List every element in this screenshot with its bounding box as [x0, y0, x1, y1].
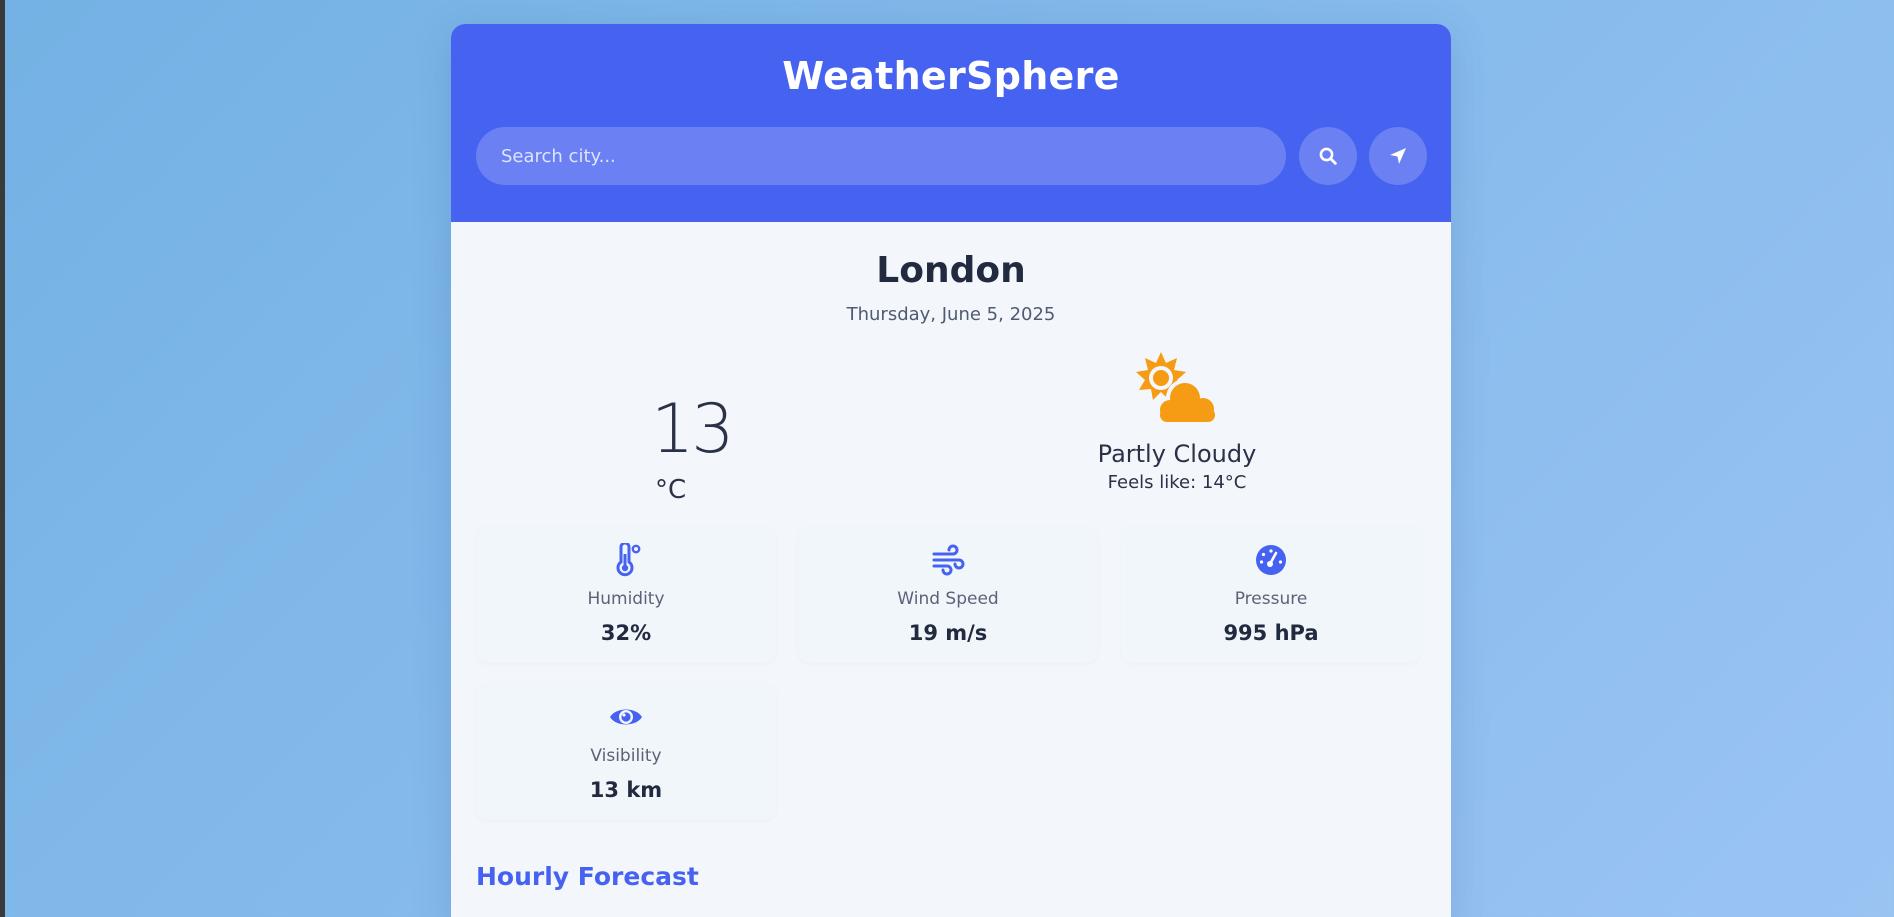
app-header: WeatherSphere [451, 24, 1451, 222]
pressure-value: 995 hPa [1223, 621, 1319, 645]
partly-cloudy-icon [1136, 352, 1219, 426]
window-edge [0, 0, 5, 917]
temperature-unit: °C [655, 475, 687, 505]
feels-like-text: Feels like: 14°C [1107, 472, 1247, 493]
search-input[interactable] [476, 127, 1286, 185]
eye-icon [610, 709, 642, 725]
search-bar [476, 127, 1427, 185]
temperature-display: 13 °C [651, 390, 751, 505]
temperature-value: 13 [651, 390, 735, 469]
visibility-value: 13 km [589, 778, 663, 802]
wind-icon [932, 544, 965, 576]
wind-speed-value: 19 m/s [908, 621, 988, 645]
search-icon [1319, 147, 1337, 165]
humidity-label: Humidity [587, 589, 665, 609]
pressure-label: Pressure [1234, 589, 1308, 609]
app-title: WeatherSphere [782, 54, 1120, 98]
current-weather: London Thursday, June 5, 2025 13 °C Partl… [451, 222, 1451, 902]
thermometer-icon [616, 543, 641, 577]
stat-card-pressure: Pressure 995 hPa [1121, 527, 1421, 663]
gauge-icon [1256, 545, 1286, 575]
condition-text: Partly Cloudy [1097, 440, 1257, 468]
stat-card-visibility: Visibility 13 km [476, 684, 776, 820]
city-name: London [876, 250, 1026, 291]
hourly-forecast-title: Hourly Forecast [476, 862, 699, 891]
stat-card-wind-speed: Wind Speed 19 m/s [798, 527, 1098, 663]
wind-speed-label: Wind Speed [897, 589, 999, 609]
humidity-value: 32% [600, 621, 652, 645]
search-button[interactable] [1299, 127, 1357, 185]
current-location-button[interactable] [1369, 127, 1427, 185]
stat-card-humidity: Humidity 32% [476, 527, 776, 663]
current-date: Thursday, June 5, 2025 [846, 304, 1056, 325]
weather-app-card: WeatherSphere London Thursday, June 5, 2… [451, 24, 1451, 917]
location-arrow-icon [1390, 148, 1406, 164]
visibility-label: Visibility [590, 746, 662, 766]
